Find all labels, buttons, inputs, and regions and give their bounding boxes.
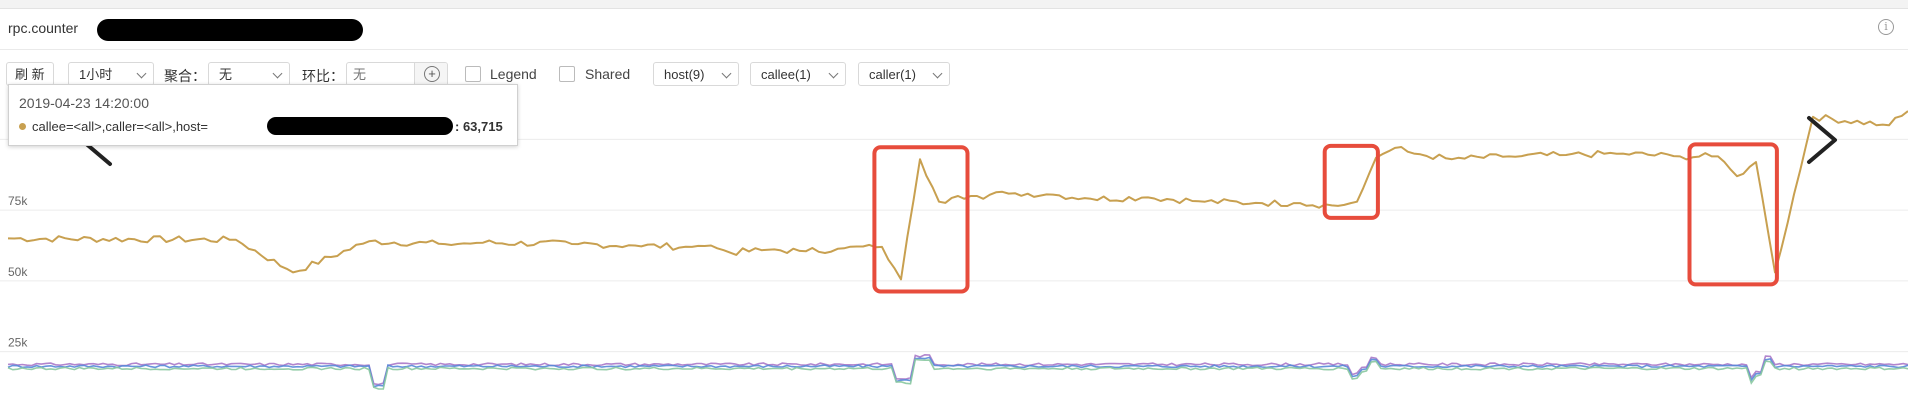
chevron-right-icon[interactable] [1807,116,1837,164]
tooltip-value: : 63,715 [455,119,503,134]
highlight-box [872,145,970,294]
highlight-box [1687,142,1779,287]
line-chart: 25k50k75k100k [0,110,1908,390]
highlight-boxes [872,142,1779,294]
y-tick-label: 50k [8,265,28,279]
low-series-line [7,356,1908,388]
y-tick-label: 75k [8,194,28,208]
highlight-box [1322,143,1380,220]
redaction-mark [267,117,453,135]
grid-lines [0,138,1908,353]
tooltip-time: 2019-04-23 14:20:00 [19,95,149,111]
series-color-dot [19,123,26,130]
tooltip-series-label: callee=<all>,caller=<all>,host= [32,119,208,134]
y-axis-ticks: 25k50k75k100k [8,123,35,349]
tooltip-series-row: callee=<all>,caller=<all>,host= [19,119,208,134]
low-series-group [7,353,1908,390]
y-tick-label: 25k [8,336,28,350]
chart-tooltip: 2019-04-23 14:20:00 callee=<all>,caller=… [8,84,518,146]
